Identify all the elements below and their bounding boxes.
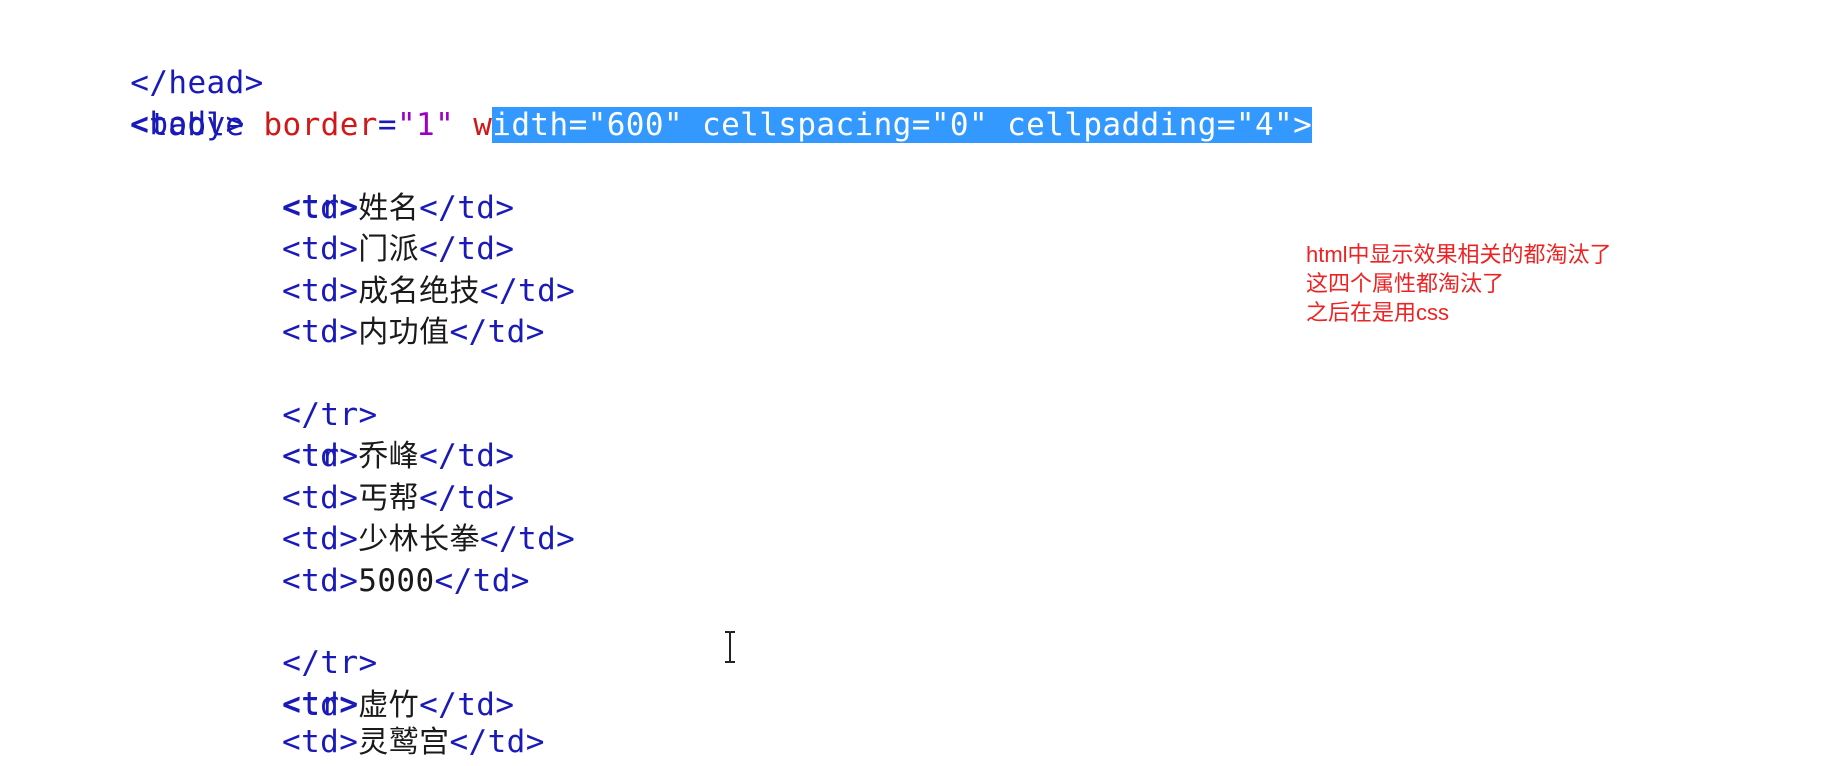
code-line-tr-open: <tr> [206, 395, 359, 474]
td-close-tag: </td> [419, 480, 515, 516]
code-line-tr-open: <tr> [206, 146, 359, 225]
cellspacing-value: "0" [930, 107, 989, 143]
border-attr: border [263, 107, 378, 143]
text-cursor-icon [722, 630, 738, 664]
code-line-td: <td>虚竹</td> [282, 685, 514, 726]
td-close-tag: </td> [419, 687, 515, 723]
code-line-td: <td>5000</td> [282, 561, 530, 602]
table-open-close-bracket: > [1293, 107, 1313, 143]
code-line-td: <td>姓名</td> [282, 188, 514, 229]
equals-sign: = [1216, 107, 1236, 143]
cell-text: 灵鹫宫 [358, 725, 450, 760]
border-value: "1" [396, 107, 455, 143]
cell-text: 乔峰 [358, 439, 420, 474]
annotation-line: 这四个属性都淘汰了 [1306, 271, 1505, 296]
cell-text: 虚竹 [358, 688, 420, 723]
cell-text: 门派 [358, 232, 420, 267]
annotation-note: html中显示效果相关的都淘汰了 这四个属性都淘汰了 之后在是用css [1306, 240, 1612, 327]
cell-text: 5000 [358, 563, 435, 599]
width-attr-rest: idth [492, 107, 569, 143]
td-close-tag: </td> [419, 190, 515, 226]
code-line-tr-close: </tr> [206, 354, 378, 433]
cellpadding-value: "4" [1235, 107, 1294, 143]
equals-sign: = [377, 107, 397, 143]
annotation-line: html中显示效果相关的都淘汰了 [1306, 242, 1612, 267]
code-line-tr-close: </tr> [206, 602, 378, 681]
td-open-tag: <td> [282, 273, 359, 309]
code-line-td: <td>丐帮</td> [282, 478, 514, 519]
td-close-tag: </td> [479, 521, 576, 557]
td-open-tag: <td> [282, 724, 359, 760]
code-line-head-close: </head> [54, 22, 264, 101]
td-close-tag: </td> [419, 438, 515, 474]
td-close-tag: </td> [434, 563, 530, 599]
equals-sign: = [568, 107, 588, 143]
cell-text: 少林长拳 [358, 522, 480, 557]
cell-text: 成名绝技 [358, 274, 480, 309]
td-open-tag: <td> [282, 231, 359, 267]
cell-text: 姓名 [358, 191, 420, 226]
code-line-body-open: <body> [54, 63, 245, 142]
cell-text: 内功值 [358, 315, 450, 350]
code-editor[interactable]: </head> <body> <table border="1" width="… [0, 0, 1844, 760]
td-open-tag: <td> [282, 521, 359, 557]
code-line-td-partial: <td>灵鹫宫</td> [282, 722, 545, 763]
td-open-tag: <td> [282, 314, 359, 350]
equals-sign: = [911, 107, 931, 143]
code-line-table-open: <table border="1" width="600" cellspacin… [130, 105, 1313, 146]
code-line-td: <td>门派</td> [282, 229, 514, 270]
table-open-tag: <table [130, 107, 245, 143]
td-close-tag: </td> [449, 724, 545, 760]
code-line-td: <td>乔峰</td> [282, 436, 514, 477]
td-open-tag: <td> [282, 190, 359, 226]
td-open-tag: <td> [282, 563, 359, 599]
code-line-td: <td>少林长拳</td> [282, 519, 575, 560]
cellspacing-attr: cellspacing [702, 107, 912, 143]
width-attr-start: w [473, 107, 493, 143]
td-open-tag: <td> [282, 438, 359, 474]
cellpadding-attr: cellpadding [1007, 107, 1217, 143]
cell-text: 丐帮 [358, 481, 420, 516]
td-close-tag: </td> [449, 314, 545, 350]
code-line-td: <td>成名绝技</td> [282, 271, 575, 312]
td-open-tag: <td> [282, 687, 359, 723]
text-selection[interactable]: idth="600" cellspacing="0" cellpadding="… [492, 107, 1313, 143]
td-close-tag: </td> [479, 273, 576, 309]
width-value: "600" [587, 107, 683, 143]
td-open-tag: <td> [282, 480, 359, 516]
td-close-tag: </td> [419, 231, 515, 267]
code-line-tr-open: <tr> [206, 643, 359, 722]
code-line-td: <td>内功值</td> [282, 312, 545, 353]
annotation-line: 之后在是用css [1306, 300, 1450, 325]
